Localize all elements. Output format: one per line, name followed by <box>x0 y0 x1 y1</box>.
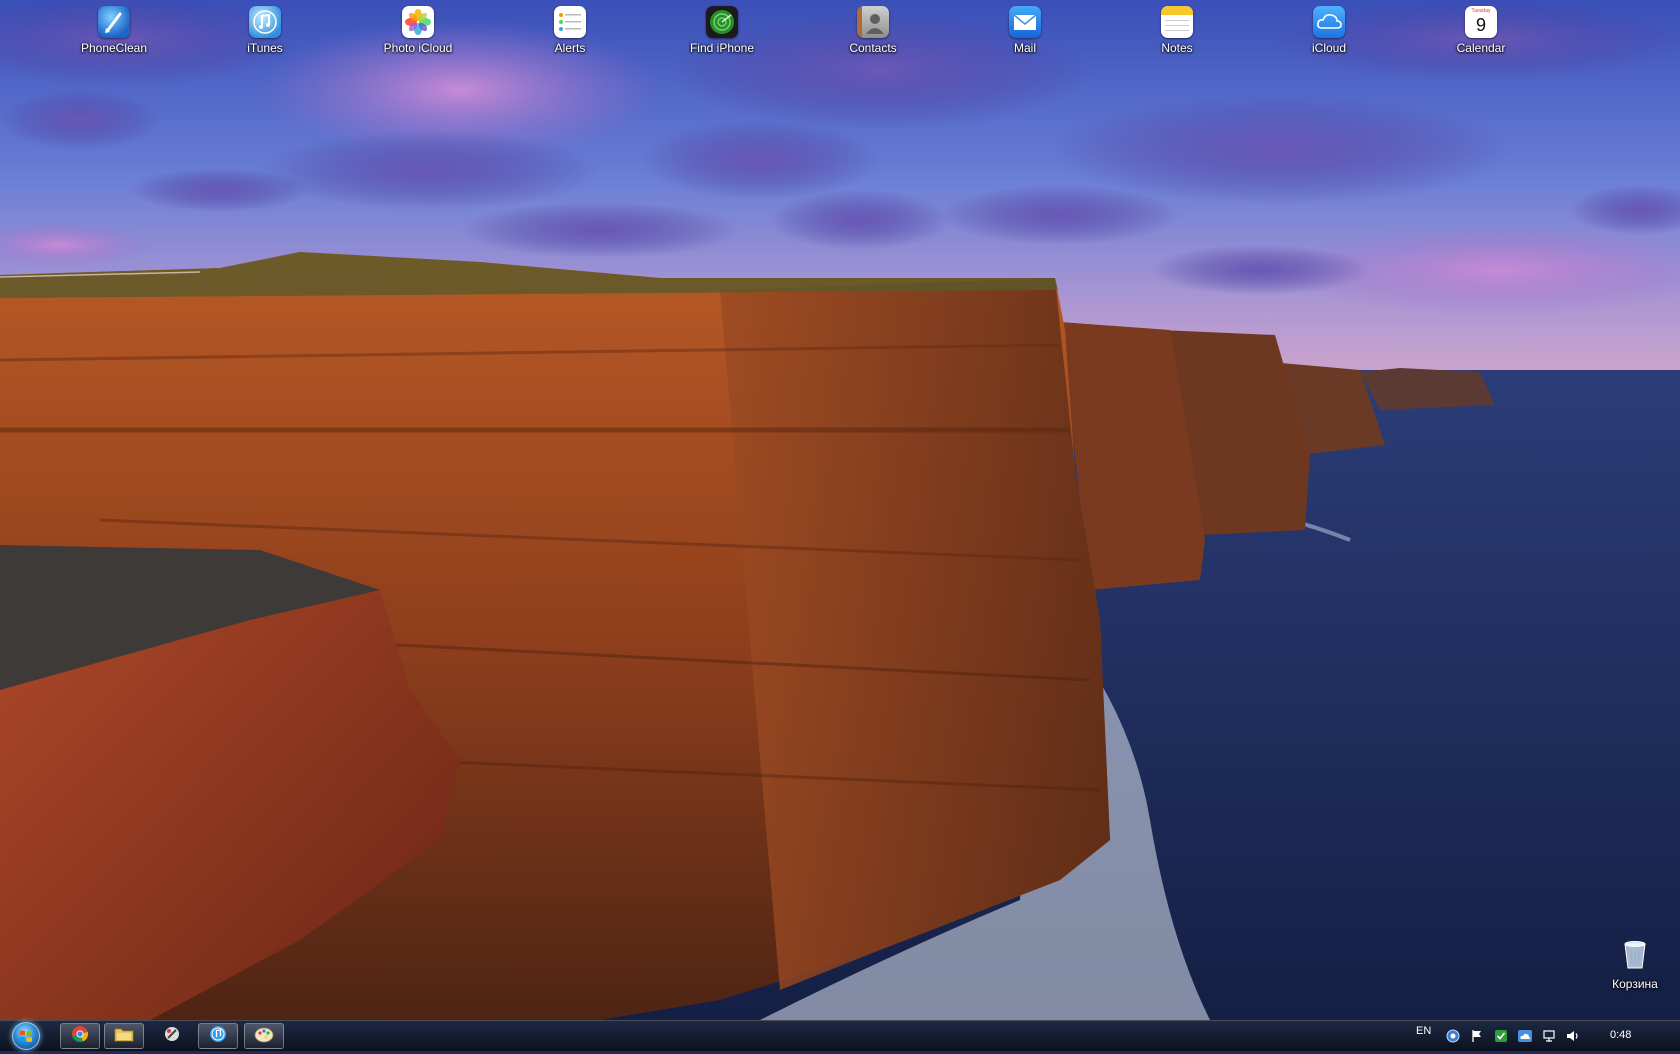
taskbar-itunes-button[interactable] <box>198 1023 238 1049</box>
itunes-icon <box>249 6 281 38</box>
language-indicator[interactable]: EN <box>1416 1025 1431 1037</box>
photos-icon <box>402 6 434 38</box>
calendar-icon: Tuesday 9 <box>1465 6 1497 38</box>
desktop-icon-label: PhoneClean <box>80 41 148 55</box>
sync-check-icon[interactable] <box>1494 1029 1508 1043</box>
desktop-icon-itunes[interactable]: iTunes <box>210 6 320 64</box>
desktop-icon-photo-icloud[interactable]: Photo iCloud <box>363 6 473 64</box>
desktop-icon-label: Photo iCloud <box>383 41 453 55</box>
network-icon[interactable] <box>1542 1029 1556 1043</box>
desktop-icon-find-iphone[interactable]: Find iPhone <box>667 6 777 64</box>
desktop-icon-label: Find iPhone <box>689 41 755 55</box>
desktop-icon-icloud[interactable]: iCloud <box>1274 6 1384 64</box>
desktop-icon-contacts[interactable]: Contacts <box>818 6 928 64</box>
mail-envelope-icon <box>1009 6 1041 38</box>
taskbar-clock[interactable]: 0:48 <box>1610 1029 1631 1041</box>
start-button[interactable] <box>6 1022 46 1050</box>
phoneclean-icon <box>98 6 130 38</box>
taskbar-chrome-button[interactable] <box>60 1023 100 1049</box>
desktop-icons: PhoneClean iTunes Photo iCloud Alerts Fi… <box>0 6 1680 66</box>
desktop-icon-alerts[interactable]: Alerts <box>515 6 625 64</box>
desktop-icon-label: Calendar <box>1456 41 1506 55</box>
notes-icon <box>1161 6 1193 38</box>
file-explorer-icon <box>114 1025 134 1048</box>
desktop-icon-label: iTunes <box>247 41 283 55</box>
recycle-bin-icon <box>1620 938 1650 975</box>
taskbar-paint-button[interactable] <box>244 1023 284 1049</box>
icloud-tray-icon[interactable] <box>1518 1029 1532 1043</box>
calendar-day-header: Tuesday <box>1471 8 1491 14</box>
reminders-list-icon <box>554 6 586 38</box>
desktop-icon-label: Notes <box>1161 41 1193 55</box>
help-tray-icon[interactable] <box>1446 1029 1460 1043</box>
taskbar-phoneclean-button[interactable] <box>152 1023 192 1049</box>
taskbar-explorer-button[interactable] <box>104 1023 144 1049</box>
desktop-icon-calendar[interactable]: Tuesday 9 Calendar <box>1426 6 1536 64</box>
taskbar: EN 0:48 <box>0 1020 1680 1051</box>
recycle-bin-label: Корзина <box>1612 977 1658 991</box>
desktop-icon-label: iCloud <box>1311 41 1347 55</box>
desktop-icon-phoneclean[interactable]: PhoneClean <box>59 6 169 64</box>
windows-start-orb-icon <box>12 1022 40 1050</box>
desktop-icon-label: Contacts <box>849 41 897 55</box>
contacts-icon <box>857 6 889 38</box>
desktop-icon-recycle-bin[interactable]: Корзина <box>1595 938 1675 998</box>
itunes-taskbar-icon <box>209 1025 227 1048</box>
desktop-wallpaper <box>0 0 1680 1050</box>
desktop-icon-mail[interactable]: Mail <box>970 6 1080 64</box>
chrome-icon <box>71 1025 89 1048</box>
phoneclean-taskbar-icon <box>163 1025 181 1048</box>
action-center-flag-icon[interactable] <box>1470 1029 1484 1043</box>
desktop-icon-label: Alerts <box>554 41 586 55</box>
desktop-icon-notes[interactable]: Notes <box>1122 6 1232 64</box>
paint-icon <box>254 1025 274 1048</box>
calendar-day-number: 9 <box>1475 15 1486 35</box>
desktop-icon-label: Mail <box>1013 41 1036 55</box>
volume-icon[interactable] <box>1566 1029 1580 1043</box>
find-iphone-radar-icon <box>706 6 738 38</box>
icloud-cloud-icon <box>1313 6 1345 38</box>
